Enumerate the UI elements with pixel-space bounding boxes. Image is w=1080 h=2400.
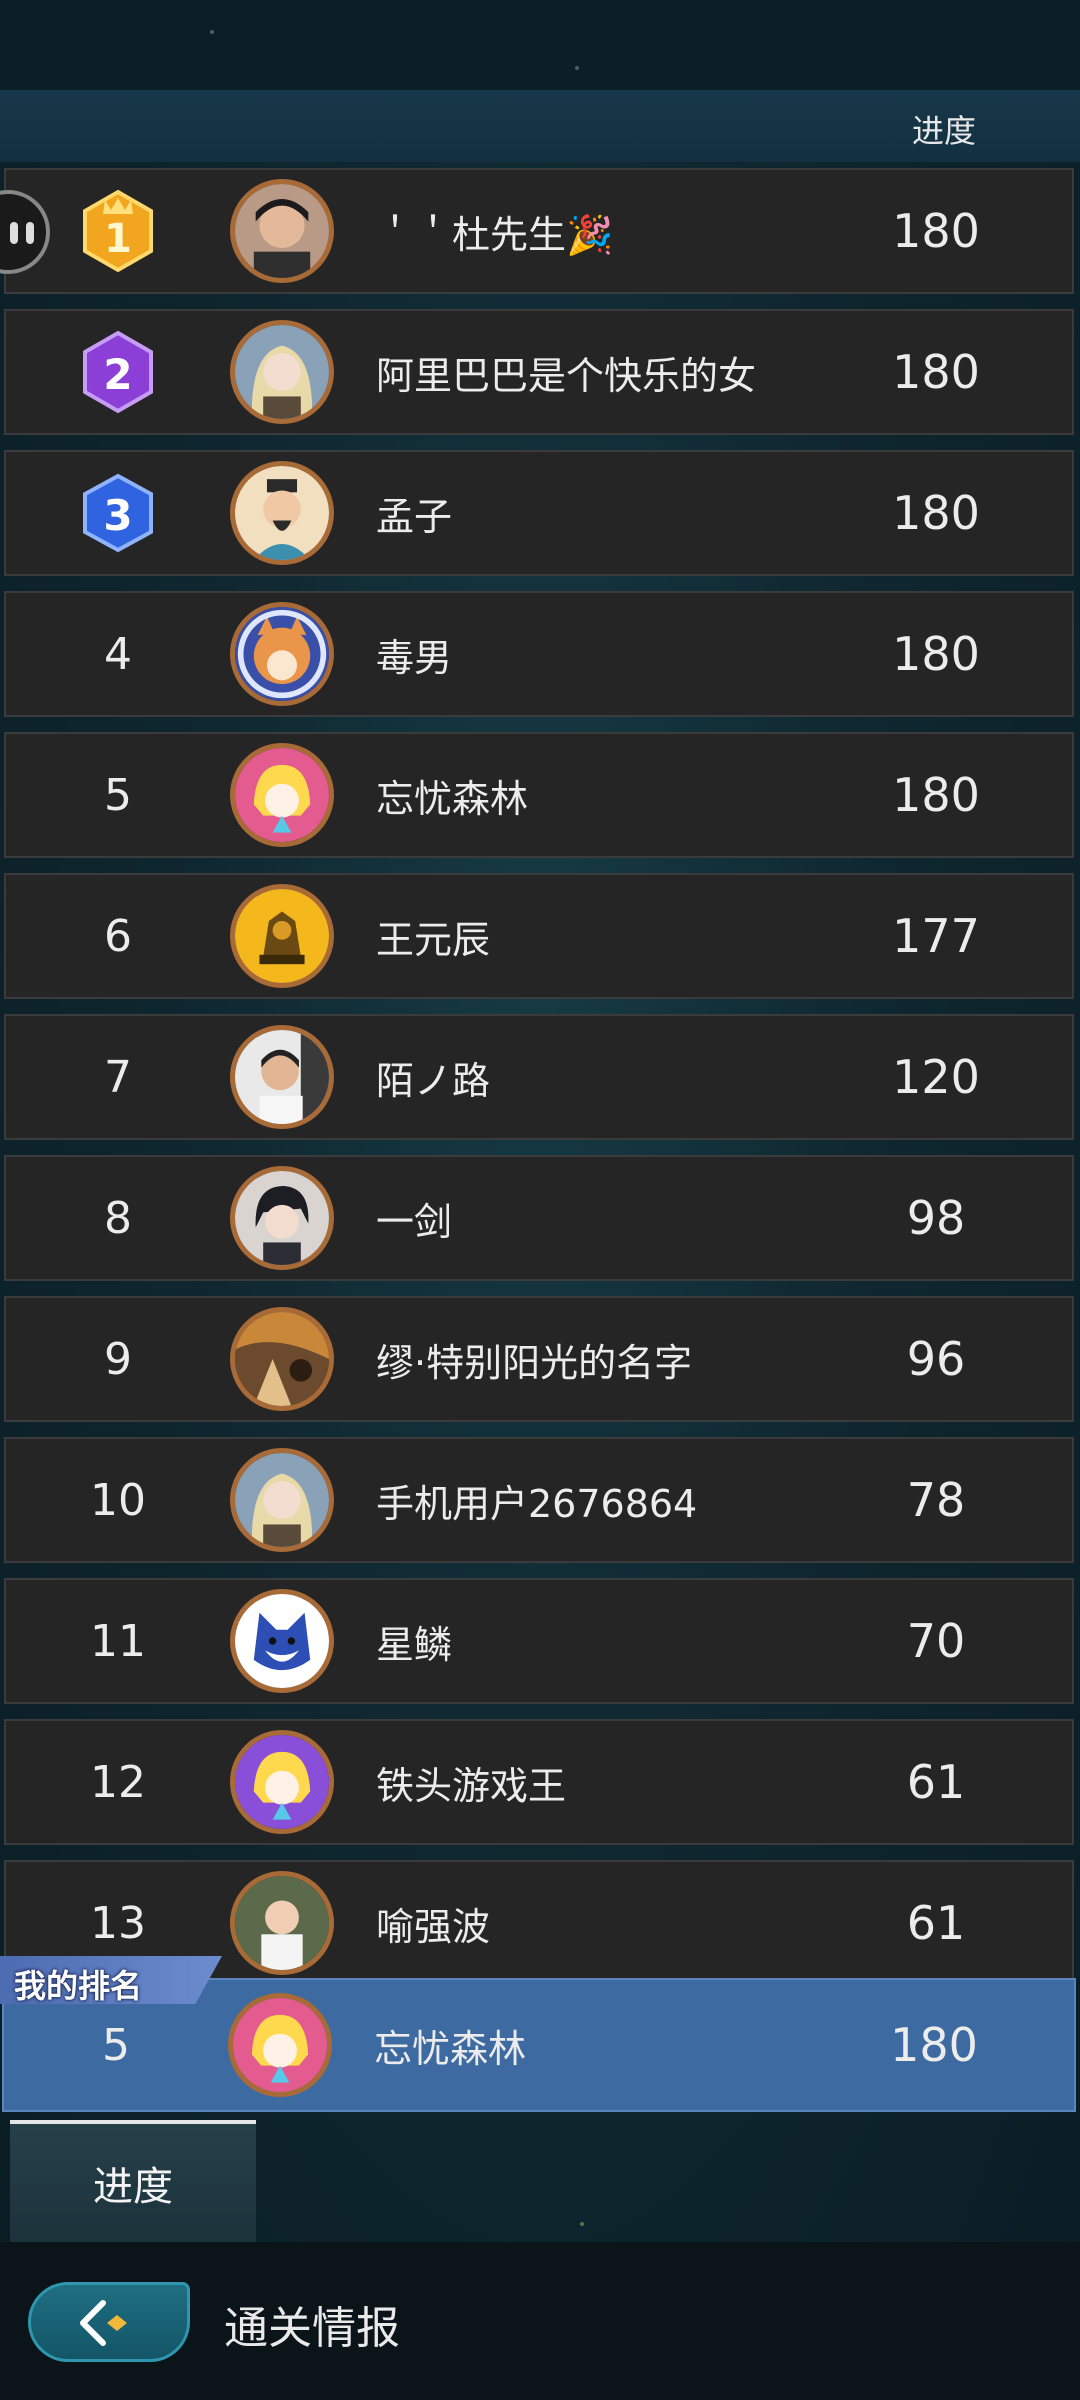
rank-number: 6 — [104, 910, 132, 962]
leaderboard-list[interactable]: 1 ＇＇杜先生🎉 180 2 阿里巴巴是个快乐的女 180 3 孟子 180 4… — [0, 166, 1080, 1981]
avatar — [230, 1871, 334, 1975]
avatar — [230, 602, 334, 706]
avatar — [230, 1730, 334, 1834]
player-name: 忘忧森林 — [376, 776, 529, 821]
player-score: 120 — [892, 1050, 980, 1104]
player-score: 61 — [906, 1896, 966, 1950]
player-name: 忘忧森林 — [374, 2026, 527, 2071]
player-name: 手机用户2676864 — [376, 1481, 698, 1526]
player-name: 缪·特别阳光的名字 — [376, 1340, 693, 1385]
purple-rank-2-icon: 2 — [83, 330, 153, 414]
back-button[interactable] — [28, 2282, 190, 2362]
player-name: 喻强波 — [376, 1904, 491, 1949]
player-score: 96 — [906, 1332, 966, 1386]
avatar — [230, 884, 334, 988]
rank-number: 10 — [90, 1474, 146, 1526]
leaderboard-row[interactable]: 3 孟子 180 — [4, 450, 1074, 576]
avatar — [230, 461, 334, 565]
player-score: 70 — [906, 1614, 966, 1668]
rank-number: 8 — [104, 1192, 132, 1244]
rank-cell: 3 — [66, 452, 170, 574]
leaderboard-row[interactable]: 10 手机用户2676864 78 — [4, 1437, 1074, 1563]
footer-bar: 通关情报 — [0, 2242, 1080, 2400]
avatar — [230, 743, 334, 847]
background-star — [575, 66, 579, 70]
leaderboard-row[interactable]: 6 王元辰 177 — [4, 873, 1074, 999]
rank-number: 7 — [104, 1051, 132, 1103]
player-score: 78 — [906, 1473, 966, 1527]
player-name: 毒男 — [376, 635, 453, 680]
player-name: 孟子 — [376, 494, 453, 539]
gold-rank-1-icon: 1 — [83, 189, 153, 273]
back-arrow-icon — [80, 2300, 127, 2346]
svg-text:3: 3 — [103, 491, 132, 540]
rank-number: 4 — [104, 628, 132, 680]
top-band — [0, 0, 1080, 90]
leaderboard-row[interactable]: 7 陌ノ路 120 — [4, 1014, 1074, 1140]
leaderboard-row[interactable]: 5 忘忧森林 180 — [4, 732, 1074, 858]
leaderboard-row[interactable]: 2 阿里巴巴是个快乐的女 180 — [4, 309, 1074, 435]
player-name: 星鳞 — [376, 1622, 453, 1667]
player-name: 阿里巴巴是个快乐的女 — [376, 353, 756, 398]
leaderboard-row[interactable]: 9 缪·特别阳光的名字 96 — [4, 1296, 1074, 1422]
player-score: 98 — [906, 1191, 966, 1245]
floating-assistant-button[interactable] — [0, 190, 50, 274]
player-name: ＇＇杜先生🎉 — [376, 212, 614, 257]
player-score: 180 — [892, 204, 980, 258]
player-score: 180 — [892, 768, 980, 822]
background-star — [210, 30, 214, 34]
leaderboard-row[interactable]: 12 铁头游戏王 61 — [4, 1719, 1074, 1845]
avatar — [230, 320, 334, 424]
background-star — [580, 2222, 584, 2226]
leaderboard-row[interactable]: 11 星鳞 70 — [4, 1578, 1074, 1704]
avatar — [230, 1166, 334, 1270]
my-rank-tag-label: 我的排名 — [14, 1967, 143, 2005]
my-rank-tag: 我的排名 — [0, 1956, 222, 2004]
player-score: 177 — [892, 909, 980, 963]
player-score: 180 — [892, 486, 980, 540]
rank-number: 5 — [104, 769, 132, 821]
player-score: 180 — [892, 627, 980, 681]
avatar — [230, 1589, 334, 1693]
tab-progress[interactable]: 进度 — [10, 2120, 256, 2242]
blue-rank-3-icon: 3 — [83, 473, 153, 553]
rank-cell: 2 — [66, 311, 170, 433]
avatar — [230, 179, 334, 283]
player-score: 180 — [892, 345, 980, 399]
leaderboard-row[interactable]: 8 一剑 98 — [4, 1155, 1074, 1281]
avatar — [230, 1307, 334, 1411]
leaderboard-header: 进度 — [0, 90, 1080, 162]
rank-number: 11 — [90, 1615, 146, 1667]
player-score: 180 — [890, 2018, 978, 2072]
avatar — [228, 1993, 332, 2097]
player-name: 陌ノ路 — [376, 1058, 491, 1103]
footer-title: 通关情报 — [224, 2303, 400, 2354]
svg-text:2: 2 — [103, 350, 132, 399]
player-name: 一剑 — [376, 1199, 453, 1244]
rank-cell: 1 — [66, 170, 170, 292]
rank-number: 12 — [90, 1756, 146, 1808]
column-header-progress: 进度 — [911, 112, 976, 150]
avatar — [230, 1448, 334, 1552]
leaderboard-row[interactable]: 4 毒男 180 — [4, 591, 1074, 717]
player-name: 铁头游戏王 — [376, 1763, 567, 1808]
leaderboard-row[interactable]: 1 ＇＇杜先生🎉 180 — [0, 168, 1074, 294]
svg-text:1: 1 — [104, 216, 132, 262]
player-score: 61 — [906, 1755, 966, 1809]
avatar — [230, 1025, 334, 1129]
rank-number: 9 — [104, 1333, 132, 1385]
player-name: 王元辰 — [376, 917, 491, 962]
tab-bar: 进度 — [0, 2112, 1080, 2242]
